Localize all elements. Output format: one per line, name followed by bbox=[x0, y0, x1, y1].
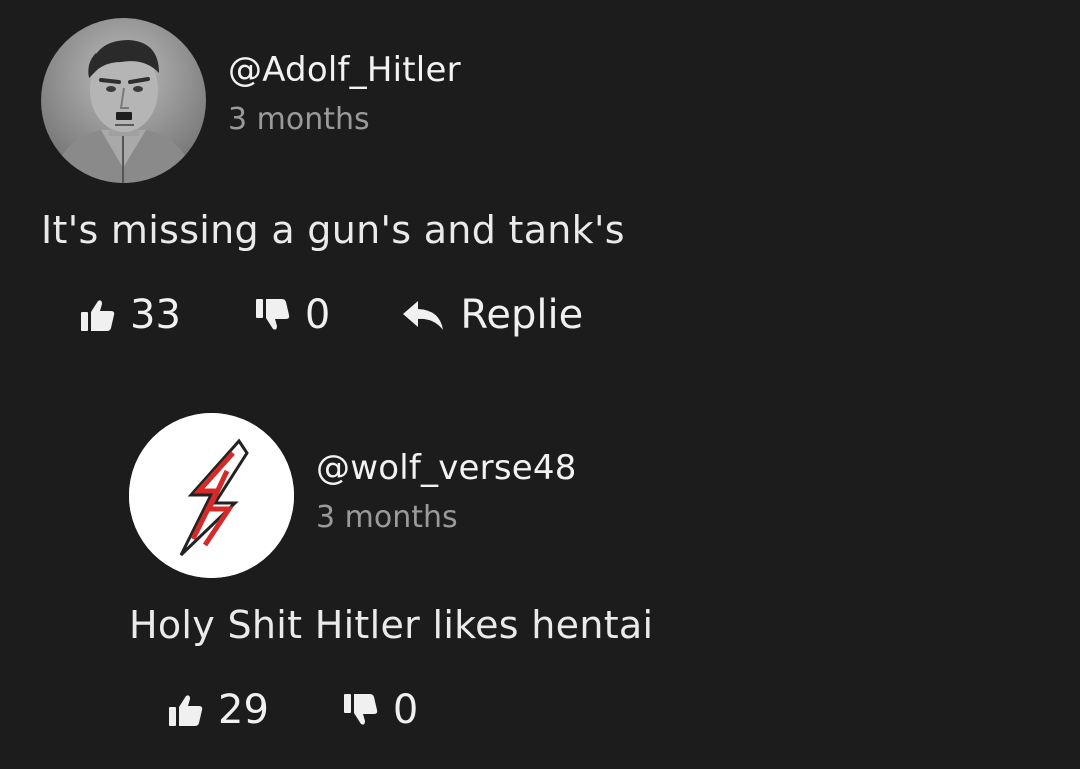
like-button[interactable]: 29 bbox=[168, 690, 269, 730]
comment-1-actions: 33 0 Replie bbox=[80, 295, 583, 335]
username[interactable]: @Adolf_Hitler bbox=[228, 50, 461, 90]
comment-1-meta: @Adolf_Hitler 3 months bbox=[228, 50, 461, 137]
dislike-count: 0 bbox=[392, 687, 419, 733]
avatar-wolf-verse[interactable] bbox=[129, 413, 294, 578]
dislike-button[interactable]: 0 bbox=[343, 690, 418, 730]
timestamp: 3 months bbox=[316, 500, 458, 535]
thumbs-down-icon bbox=[343, 694, 378, 725]
comment-2-meta: @wolf_verse48 3 months bbox=[316, 448, 577, 535]
reply-arrow-icon bbox=[403, 301, 444, 330]
avatar-adolf[interactable] bbox=[41, 18, 206, 183]
dislike-count: 0 bbox=[304, 292, 331, 338]
like-count: 33 bbox=[130, 292, 181, 338]
timestamp: 3 months bbox=[228, 102, 370, 137]
thumbs-up-icon bbox=[169, 695, 203, 726]
comment-text: It's missing a gun's and tank's bbox=[41, 208, 625, 252]
portrait-icon bbox=[41, 18, 206, 183]
reply-button[interactable]: Replie bbox=[400, 295, 583, 335]
comment-2-actions: 29 0 bbox=[168, 690, 418, 730]
comment-2-reply: @wolf_verse48 3 months Holy Shit Hitler … bbox=[0, 400, 1080, 769]
comment-1: @Adolf_Hitler 3 months It's missing a gu… bbox=[0, 0, 1080, 370]
thumbs-down-icon bbox=[255, 299, 290, 330]
like-button[interactable]: 33 bbox=[80, 295, 181, 335]
lightning-logo-icon bbox=[129, 413, 294, 578]
reply-label: Replie bbox=[460, 292, 584, 338]
username[interactable]: @wolf_verse48 bbox=[316, 448, 577, 488]
like-count: 29 bbox=[218, 687, 269, 733]
comment-text: Holy Shit Hitler likes hentai bbox=[129, 603, 654, 647]
thumbs-up-icon bbox=[81, 300, 115, 331]
dislike-button[interactable]: 0 bbox=[255, 295, 330, 335]
